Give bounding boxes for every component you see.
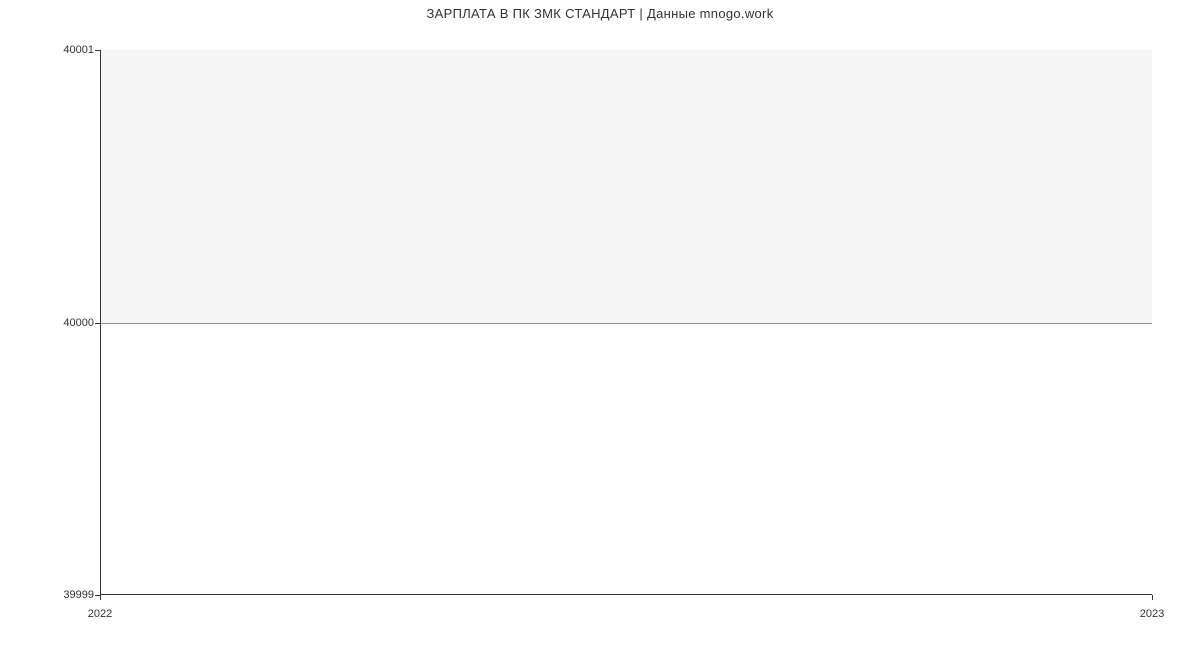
x-tick-label: 2022: [88, 608, 112, 620]
plot-area: [100, 50, 1152, 595]
y-tick: [95, 323, 100, 324]
data-line: [101, 323, 1152, 324]
x-tick-label: 2023: [1140, 608, 1164, 620]
y-tick-label: 40000: [63, 317, 94, 329]
y-tick-label: 39999: [63, 589, 94, 601]
x-tick: [1152, 595, 1153, 600]
plot-bg-lower: [101, 323, 1152, 595]
y-tick-label: 40001: [63, 44, 94, 56]
x-tick: [100, 595, 101, 600]
y-tick: [95, 50, 100, 51]
chart-title: ЗАРПЛАТА В ПК ЗМК СТАНДАРТ | Данные mnog…: [0, 6, 1200, 21]
